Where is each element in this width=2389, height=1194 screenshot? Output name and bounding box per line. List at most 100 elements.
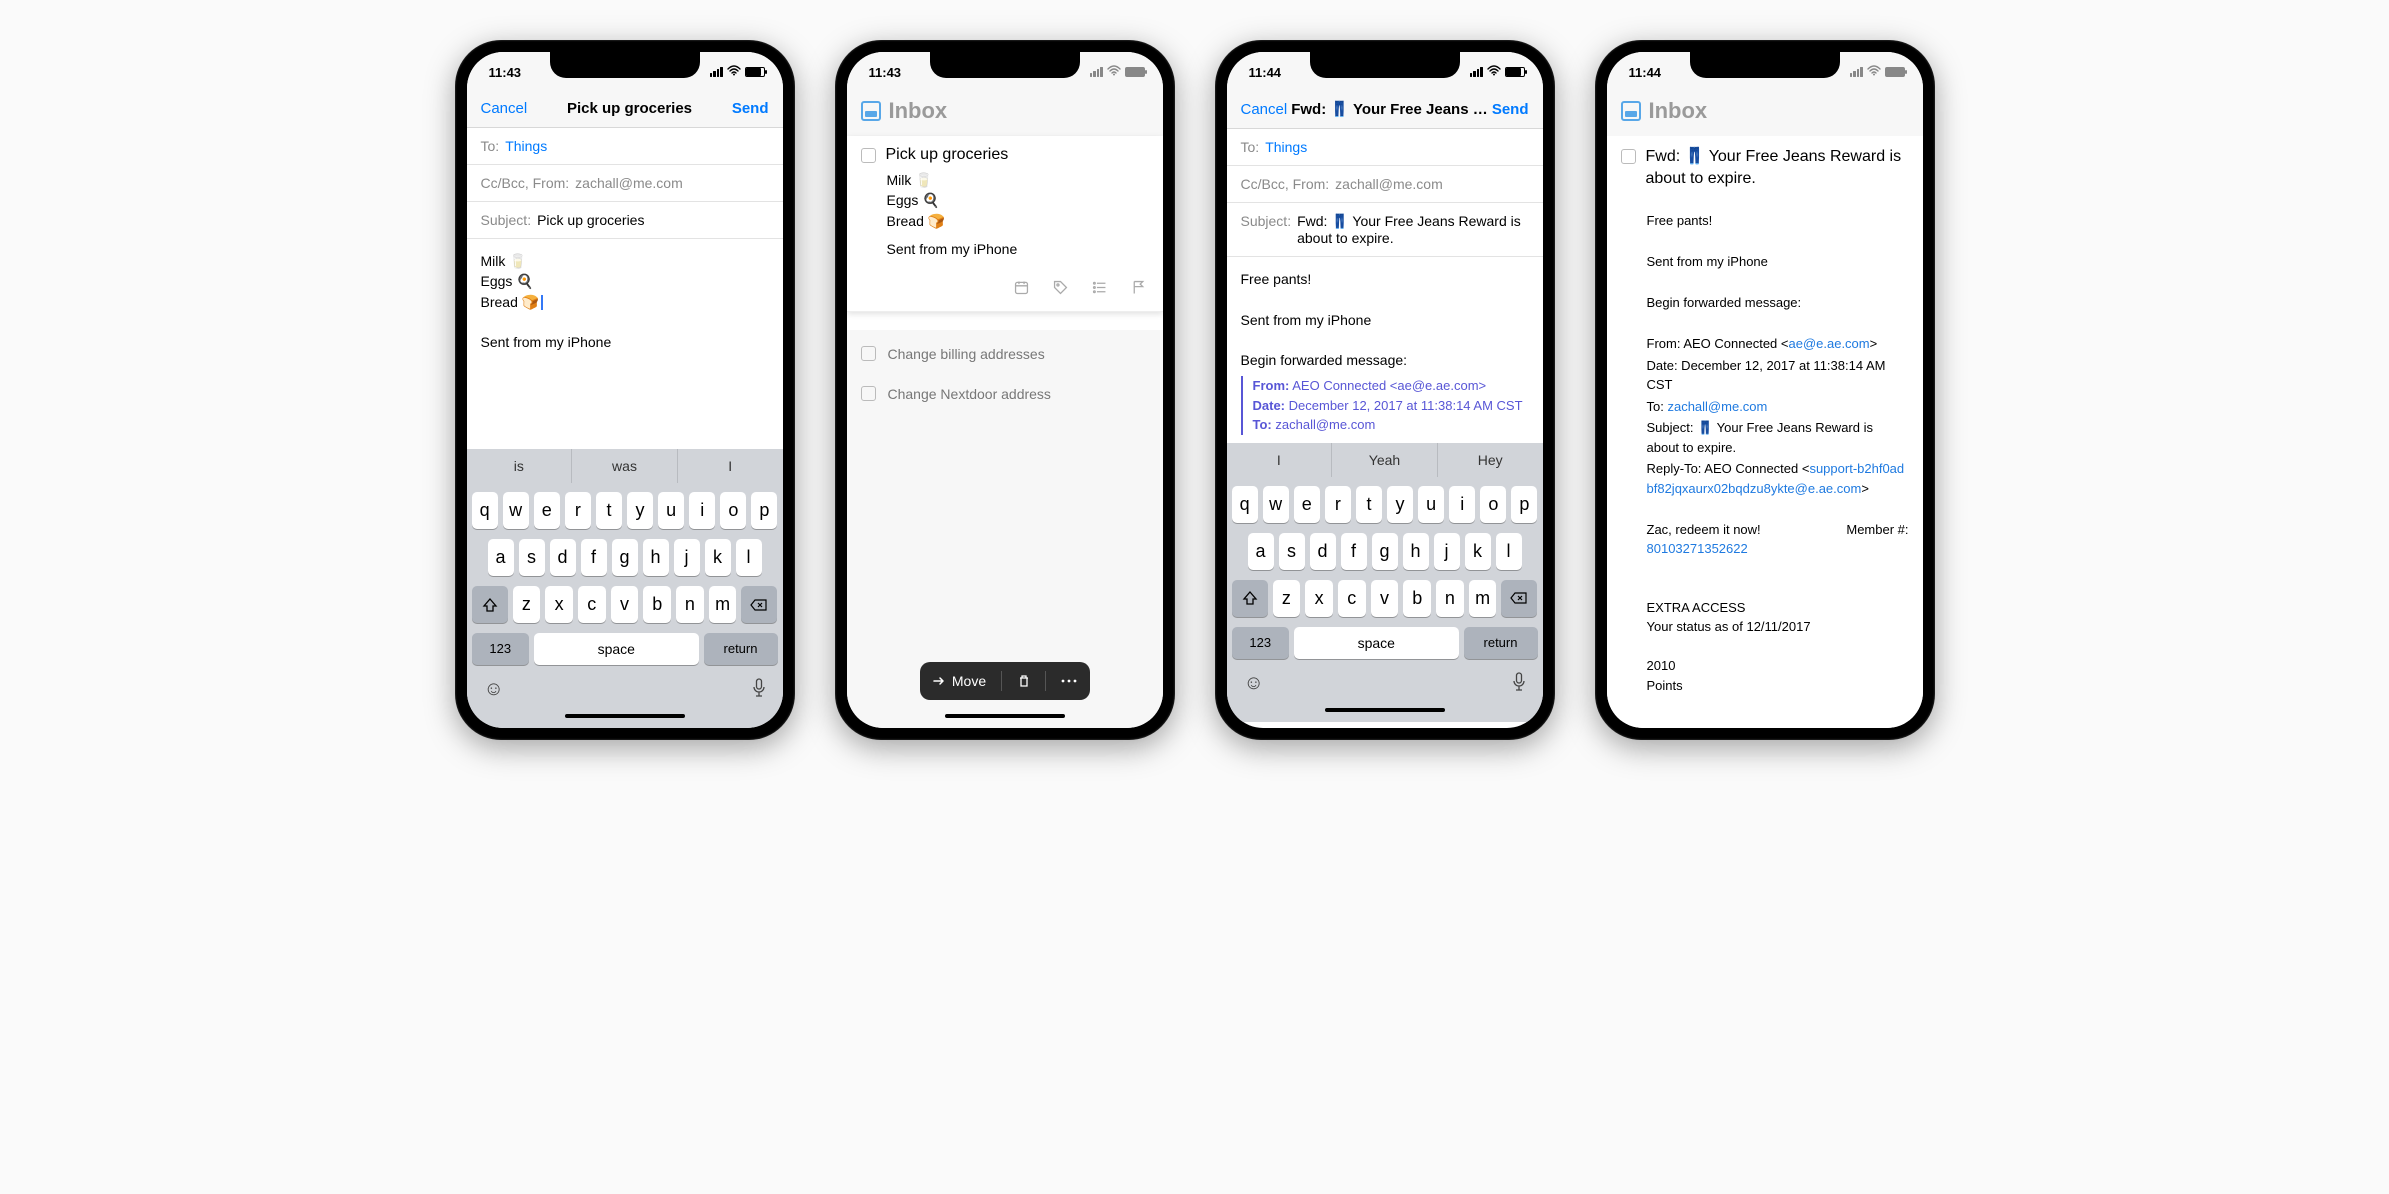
ccbcc-field[interactable]: Cc/Bcc, From: zachall@me.com (467, 165, 783, 202)
key-k[interactable]: k (705, 539, 731, 576)
key-v[interactable]: v (1371, 580, 1399, 617)
key-s[interactable]: s (519, 539, 545, 576)
key-c[interactable]: c (1338, 580, 1366, 617)
key-p[interactable]: p (751, 492, 777, 529)
ccbcc-field[interactable]: Cc/Bcc, From: zachall@me.com (1227, 166, 1543, 203)
key-z[interactable]: z (513, 586, 541, 623)
key-d[interactable]: d (1310, 533, 1336, 570)
more-button[interactable] (1051, 679, 1087, 683)
key-return[interactable]: return (1464, 627, 1538, 659)
key-d[interactable]: d (550, 539, 576, 576)
key-y[interactable]: y (1387, 486, 1413, 523)
home-indicator[interactable] (945, 714, 1065, 718)
home-indicator[interactable] (565, 714, 685, 718)
home-indicator[interactable] (1325, 708, 1445, 712)
key-f[interactable]: f (1341, 533, 1367, 570)
key-a[interactable]: a (488, 539, 514, 576)
key-123[interactable]: 123 (472, 633, 530, 665)
emoji-icon[interactable]: ☺ (1244, 672, 1264, 698)
key-w[interactable]: w (1263, 486, 1289, 523)
key-n[interactable]: n (676, 586, 704, 623)
key-h[interactable]: h (643, 539, 669, 576)
to-field[interactable]: To: Things (467, 128, 783, 165)
tag-icon[interactable] (1052, 279, 1069, 301)
key-y[interactable]: y (627, 492, 653, 529)
key-n[interactable]: n (1436, 580, 1464, 617)
flag-icon[interactable] (1130, 279, 1147, 301)
task-card[interactable]: Pick up groceries Milk 🥛 Eggs 🍳 Bread 🍞 … (847, 136, 1163, 312)
key-h[interactable]: h (1403, 533, 1429, 570)
key-backspace[interactable] (741, 586, 777, 623)
compose-body[interactable]: Milk 🥛 Eggs 🍳 Bread 🍞 Sent from my iPhon… (467, 239, 783, 449)
suggestion[interactable]: I (678, 449, 783, 483)
calendar-icon[interactable] (1013, 279, 1030, 301)
key-l[interactable]: l (736, 539, 762, 576)
send-button[interactable]: Send (732, 100, 769, 117)
key-u[interactable]: u (658, 492, 684, 529)
key-m[interactable]: m (709, 586, 737, 623)
key-b[interactable]: b (1403, 580, 1431, 617)
key-shift[interactable] (472, 586, 508, 623)
task-checkbox[interactable] (861, 148, 876, 163)
task-notes[interactable]: Free pants! Sent from my iPhone Begin fo… (1607, 199, 1923, 728)
task-checkbox[interactable] (861, 346, 876, 361)
key-k[interactable]: k (1465, 533, 1491, 570)
emoji-icon[interactable]: ☺ (484, 678, 504, 704)
key-shift[interactable] (1232, 580, 1268, 617)
key-b[interactable]: b (643, 586, 671, 623)
key-u[interactable]: u (1418, 486, 1444, 523)
key-a[interactable]: a (1248, 533, 1274, 570)
key-m[interactable]: m (1469, 580, 1497, 617)
key-w[interactable]: w (503, 492, 529, 529)
key-g[interactable]: g (612, 539, 638, 576)
key-g[interactable]: g (1372, 533, 1398, 570)
key-f[interactable]: f (581, 539, 607, 576)
suggestion[interactable]: was (572, 449, 678, 483)
suggestion[interactable]: Hey (1438, 443, 1543, 477)
compose-body[interactable]: Free pants! Sent from my iPhone Begin fo… (1227, 257, 1543, 443)
key-l[interactable]: l (1496, 533, 1522, 570)
key-t[interactable]: t (596, 492, 622, 529)
key-j[interactable]: j (1434, 533, 1460, 570)
key-s[interactable]: s (1279, 533, 1305, 570)
trash-button[interactable] (1007, 674, 1041, 688)
key-return[interactable]: return (704, 633, 778, 665)
mic-icon[interactable] (1512, 672, 1526, 698)
to-field[interactable]: To: Things (1227, 129, 1543, 166)
member-number-link[interactable]: 80103271352622 (1647, 541, 1748, 556)
key-r[interactable]: r (1325, 486, 1351, 523)
key-q[interactable]: q (1232, 486, 1258, 523)
task-checkbox[interactable] (861, 386, 876, 401)
suggestion[interactable]: I (1227, 443, 1333, 477)
cancel-button[interactable]: Cancel (481, 100, 528, 117)
key-j[interactable]: j (674, 539, 700, 576)
key-c[interactable]: c (578, 586, 606, 623)
move-button[interactable]: Move (922, 673, 996, 689)
checklist-icon[interactable] (1091, 279, 1108, 301)
mic-icon[interactable] (752, 678, 766, 704)
subject-field[interactable]: Subject: Pick up groceries (467, 202, 783, 239)
key-t[interactable]: t (1356, 486, 1382, 523)
email-link[interactable]: zachall@me.com (1667, 399, 1767, 414)
subject-field[interactable]: Subject: Fwd: 👖 Your Free Jeans Reward i… (1227, 203, 1543, 257)
key-z[interactable]: z (1273, 580, 1301, 617)
key-space[interactable]: space (534, 633, 698, 665)
cancel-button[interactable]: Cancel (1241, 101, 1288, 118)
send-button[interactable]: Send (1492, 101, 1529, 118)
key-o[interactable]: o (720, 492, 746, 529)
suggestion[interactable]: Yeah (1332, 443, 1438, 477)
list-item[interactable]: Change billing addresses (847, 334, 1163, 374)
key-o[interactable]: o (1480, 486, 1506, 523)
list-item[interactable]: Change Nextdoor address (847, 374, 1163, 414)
key-q[interactable]: q (472, 492, 498, 529)
key-i[interactable]: i (1449, 486, 1475, 523)
task-checkbox[interactable] (1621, 149, 1636, 164)
key-e[interactable]: e (1294, 486, 1320, 523)
key-space[interactable]: space (1294, 627, 1458, 659)
suggestion[interactable]: is (467, 449, 573, 483)
key-123[interactable]: 123 (1232, 627, 1290, 659)
key-r[interactable]: r (565, 492, 591, 529)
key-x[interactable]: x (545, 586, 573, 623)
key-p[interactable]: p (1511, 486, 1537, 523)
key-x[interactable]: x (1305, 580, 1333, 617)
